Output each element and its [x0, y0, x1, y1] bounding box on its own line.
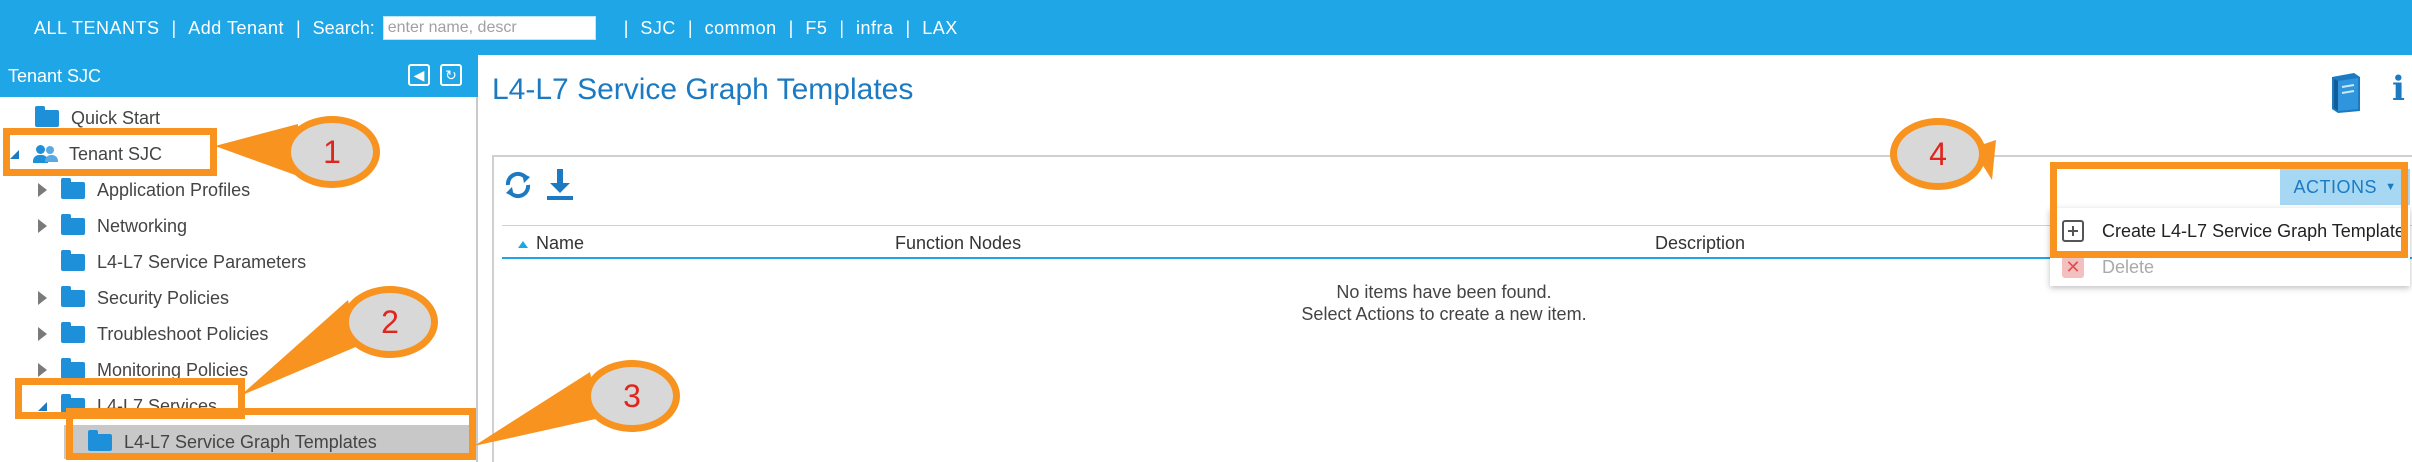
search-label: Search:: [312, 17, 375, 38]
tree-item-label: Quick Start: [71, 107, 161, 128]
collapsed-arrow-icon[interactable]: [38, 363, 47, 377]
column-header-label: Name: [536, 233, 585, 253]
all-tenants-link[interactable]: ALL TENANTS: [34, 18, 160, 39]
separator: |: [171, 17, 177, 38]
tree-item-application-profiles[interactable]: Application Profiles: [38, 173, 250, 207]
folder-icon: [35, 105, 59, 127]
tree-item-networking[interactable]: Networking: [38, 209, 187, 243]
annotation-bubble-2: 2: [342, 286, 438, 358]
separator: |: [623, 17, 629, 38]
highlight-box-4: [2050, 162, 2408, 258]
tree-item-label: Networking: [97, 215, 188, 236]
tree-item-label: L4-L7 Service Parameters: [97, 251, 307, 272]
collapsed-arrow-icon[interactable]: [38, 183, 47, 197]
separator: |: [687, 17, 693, 38]
separator: |: [905, 17, 911, 38]
annotation-bubble-3: 3: [584, 360, 680, 432]
tree-item-label: Security Policies: [97, 287, 230, 308]
tenant-link-common[interactable]: common: [705, 18, 777, 39]
highlight-box-3: [66, 408, 476, 460]
navigation-pane-header: Tenant SJC ◀ ↻: [0, 55, 478, 97]
empty-state-message: No items have been found. Select Actions…: [494, 281, 2394, 325]
collapse-icon[interactable]: ◀: [408, 64, 430, 86]
info-icon[interactable]: i: [2392, 69, 2405, 109]
refresh-pane-icon[interactable]: ↻: [440, 64, 462, 86]
tenant-link-f5[interactable]: F5: [805, 18, 827, 39]
tree-item-label: Application Profiles: [97, 179, 251, 200]
annotation-bubble-1: 1: [284, 116, 380, 188]
tree-item-troubleshoot-policies[interactable]: Troubleshoot Policies: [38, 317, 268, 351]
collapsed-arrow-icon[interactable]: [38, 219, 47, 233]
folder-icon: [61, 249, 85, 271]
folder-icon: [61, 321, 85, 343]
column-header-function-nodes[interactable]: Function Nodes: [895, 233, 1021, 254]
folder-icon: [61, 357, 85, 379]
delete-icon: ✕: [2062, 256, 2084, 278]
collapsed-arrow-icon[interactable]: [38, 291, 47, 305]
tenant-link-infra[interactable]: infra: [856, 18, 894, 39]
tenant-link-sjc[interactable]: SJC: [640, 18, 676, 39]
top-nav-bar: ALL TENANTS | Add Tenant | Search: | SJC…: [0, 0, 2412, 55]
folder-icon: [61, 177, 85, 199]
annotation-bubble-4: 4: [1890, 118, 1986, 190]
page-title: L4-L7 Service Graph Templates: [492, 73, 914, 106]
tree-item-service-parameters[interactable]: L4-L7 Service Parameters: [38, 245, 306, 279]
add-tenant-link[interactable]: Add Tenant: [188, 18, 284, 39]
column-header-description[interactable]: Description: [1655, 233, 1745, 254]
separator: |: [295, 17, 301, 38]
highlight-box-1: [3, 128, 217, 176]
separator: |: [839, 17, 845, 38]
folder-icon: [61, 285, 85, 307]
column-header-name[interactable]: Name: [518, 233, 584, 254]
navigation-pane-title: Tenant SJC: [8, 66, 102, 86]
folder-icon: [61, 213, 85, 235]
empty-state-line: Select Actions to create a new item.: [1301, 304, 1587, 324]
download-icon[interactable]: [544, 167, 576, 201]
separator: |: [788, 17, 794, 38]
book-icon[interactable]: [2328, 71, 2364, 113]
sort-ascending-icon: [518, 240, 528, 248]
tree-item-security-policies[interactable]: Security Policies: [38, 281, 229, 315]
tenant-link-lax[interactable]: LAX: [922, 18, 958, 39]
refresh-icon[interactable]: [502, 169, 534, 201]
menu-item-label: Delete: [2102, 256, 2155, 277]
search-input[interactable]: [382, 16, 596, 40]
tree-item-label: Troubleshoot Policies: [97, 323, 269, 344]
top-nav-row: ALL TENANTS | Add Tenant | Search: | SJC…: [34, 16, 958, 40]
collapsed-arrow-icon[interactable]: [38, 327, 47, 341]
